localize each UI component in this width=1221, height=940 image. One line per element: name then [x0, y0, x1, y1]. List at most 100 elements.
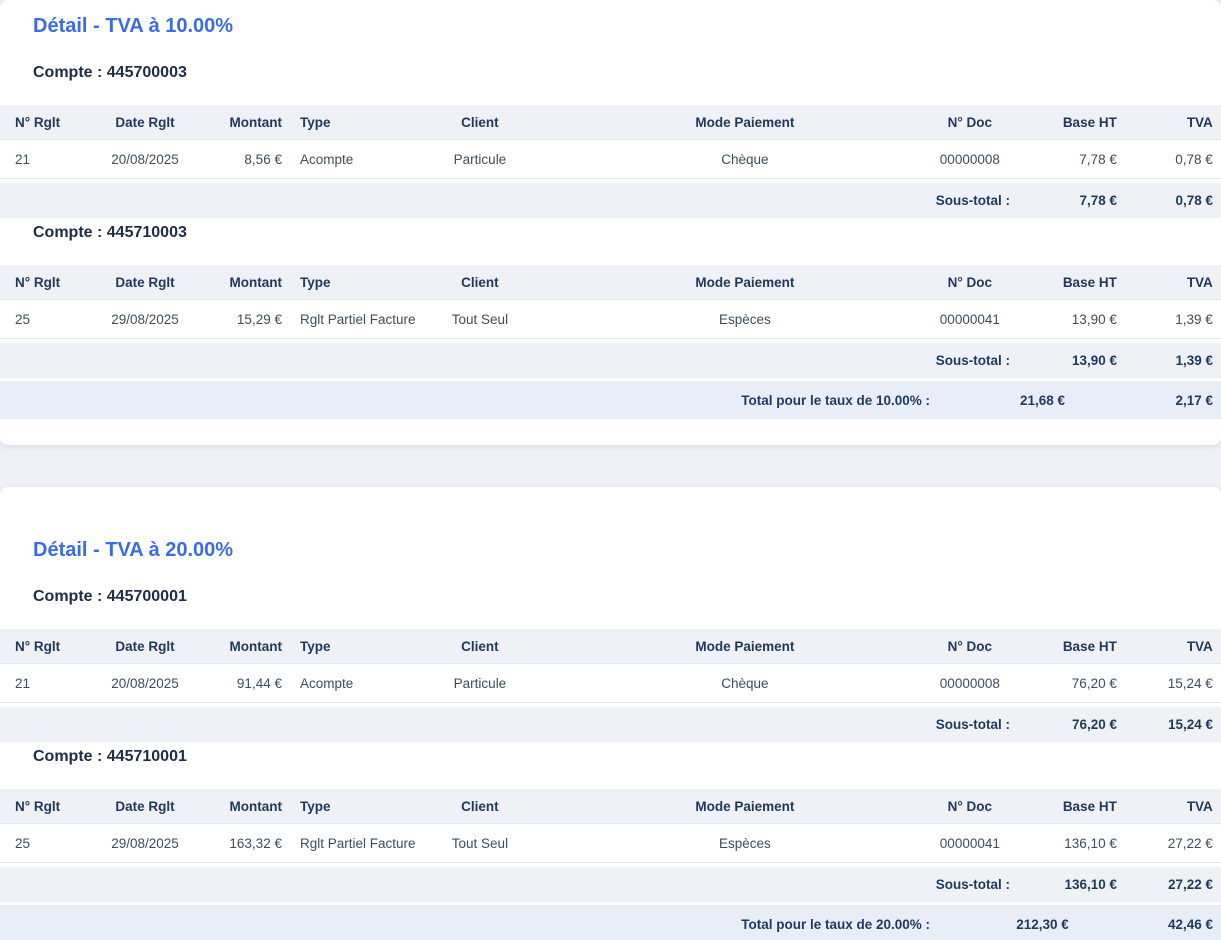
subtotal-tva: 27,22 € [1125, 877, 1221, 892]
col-header-mode-paiement: Mode Paiement [560, 639, 930, 654]
cell-base-ht: 76,20 € [1010, 676, 1125, 691]
account-heading: Compte : 445710001 [33, 748, 1221, 766]
cell-n-doc: 00000008 [930, 152, 1010, 167]
cell-date-rglt: 29/08/2025 [90, 312, 200, 327]
payments-table: N° Rglt Date Rglt Montant Type Client Mo… [0, 265, 1221, 419]
rate-total-row: Total pour le taux de 10.00% : 21,68 € 2… [0, 381, 1221, 419]
col-header-client: Client [400, 115, 560, 130]
cell-type: Acompte [290, 152, 400, 167]
cell-montant: 8,56 € [200, 152, 290, 167]
table-header-row: N° Rglt Date Rglt Montant Type Client Mo… [0, 105, 1221, 139]
cell-montant: 91,44 € [200, 676, 290, 691]
cell-mode-paiement: Chèque [560, 676, 930, 691]
col-header-montant: Montant [200, 275, 290, 290]
cell-base-ht: 136,10 € [1010, 836, 1125, 851]
section-title-tva-10: Détail - TVA à 10.00% [33, 16, 1221, 37]
table-row: 21 20/08/2025 91,44 € Acompte Particule … [0, 663, 1221, 703]
col-header-tva: TVA [1125, 275, 1221, 290]
col-header-date-rglt: Date Rglt [90, 115, 200, 130]
rate-total-base-ht: 21,68 € [930, 393, 1125, 408]
cell-n-doc: 00000041 [930, 312, 1010, 327]
col-header-mode-paiement: Mode Paiement [560, 799, 930, 814]
col-header-client: Client [400, 639, 560, 654]
cell-base-ht: 13,90 € [1010, 312, 1125, 327]
col-header-n-doc: N° Doc [930, 115, 1010, 130]
col-header-montant: Montant [200, 799, 290, 814]
cell-n-doc: 00000041 [930, 836, 1010, 851]
table-header-row: N° Rglt Date Rglt Montant Type Client Mo… [0, 629, 1221, 663]
col-header-type: Type [290, 639, 400, 654]
col-header-type: Type [290, 115, 400, 130]
subtotal-base-ht: 13,90 € [1010, 353, 1125, 368]
cell-tva: 1,39 € [1125, 312, 1221, 327]
col-header-client: Client [400, 799, 560, 814]
cards-gap [0, 445, 1221, 487]
rate-total-tva: 2,17 € [1125, 393, 1221, 408]
col-header-base-ht: Base HT [1010, 799, 1125, 814]
subtotal-base-ht: 136,10 € [1010, 877, 1125, 892]
col-header-n-doc: N° Doc [930, 275, 1010, 290]
table-row: 25 29/08/2025 163,32 € Rglt Partiel Fact… [0, 823, 1221, 863]
rate-total-base-ht: 212,30 € [930, 917, 1125, 932]
cell-n-doc: 00000008 [930, 676, 1010, 691]
subtotal-label: Sous-total : [930, 717, 1010, 732]
col-header-n-rglt: N° Rglt [0, 799, 90, 814]
subtotal-row: Sous-total : 136,10 € 27,22 € [0, 867, 1221, 902]
col-header-montant: Montant [200, 115, 290, 130]
table-header-row: N° Rglt Date Rglt Montant Type Client Mo… [0, 789, 1221, 823]
account-heading: Compte : 445710003 [33, 224, 1221, 242]
payments-table: N° Rglt Date Rglt Montant Type Client Mo… [0, 789, 1221, 940]
rate-total-row: Total pour le taux de 20.00% : 212,30 € … [0, 905, 1221, 940]
col-header-date-rglt: Date Rglt [90, 799, 200, 814]
subtotal-base-ht: 7,78 € [1010, 193, 1125, 208]
rate-total-tva: 42,46 € [1125, 917, 1221, 932]
cell-tva: 27,22 € [1125, 836, 1221, 851]
subtotal-label: Sous-total : [930, 353, 1010, 368]
cell-montant: 163,32 € [200, 836, 290, 851]
cell-n-rglt: 25 [0, 836, 90, 851]
cell-date-rglt: 29/08/2025 [90, 836, 200, 851]
cell-date-rglt: 20/08/2025 [90, 152, 200, 167]
account-heading: Compte : 445700001 [33, 588, 1221, 606]
col-header-n-rglt: N° Rglt [0, 275, 90, 290]
col-header-mode-paiement: Mode Paiement [560, 115, 930, 130]
cell-n-rglt: 25 [0, 312, 90, 327]
col-header-montant: Montant [200, 639, 290, 654]
table-header-row: N° Rglt Date Rglt Montant Type Client Mo… [0, 265, 1221, 299]
subtotal-tva: 1,39 € [1125, 353, 1221, 368]
cell-n-rglt: 21 [0, 676, 90, 691]
col-header-base-ht: Base HT [1010, 639, 1125, 654]
subtotal-base-ht: 76,20 € [1010, 717, 1125, 732]
cell-client: Tout Seul [400, 312, 560, 327]
cell-type: Rglt Partiel Facture [290, 836, 400, 851]
cell-mode-paiement: Espèces [560, 836, 930, 851]
cell-mode-paiement: Espèces [560, 312, 930, 327]
col-header-tva: TVA [1125, 115, 1221, 130]
col-header-base-ht: Base HT [1010, 115, 1125, 130]
col-header-n-doc: N° Doc [930, 639, 1010, 654]
col-header-n-doc: N° Doc [930, 799, 1010, 814]
col-header-n-rglt: N° Rglt [0, 639, 90, 654]
cell-client: Particule [400, 152, 560, 167]
subtotal-tva: 15,24 € [1125, 717, 1221, 732]
tva-section-card-10: Détail - TVA à 10.00% Compte : 445700003… [0, 0, 1221, 445]
col-header-client: Client [400, 275, 560, 290]
cell-tva: 15,24 € [1125, 676, 1221, 691]
payments-table: N° Rglt Date Rglt Montant Type Client Mo… [0, 105, 1221, 218]
table-row: 21 20/08/2025 8,56 € Acompte Particule C… [0, 139, 1221, 179]
section-title-tva-20: Détail - TVA à 20.00% [33, 540, 1221, 561]
cell-n-rglt: 21 [0, 152, 90, 167]
cell-type: Rglt Partiel Facture [290, 312, 400, 327]
tva-section-card-20: Détail - TVA à 20.00% Compte : 445700001… [0, 487, 1221, 940]
col-header-date-rglt: Date Rglt [90, 275, 200, 290]
table-row: 25 29/08/2025 15,29 € Rglt Partiel Factu… [0, 299, 1221, 339]
col-header-type: Type [290, 275, 400, 290]
col-header-n-rglt: N° Rglt [0, 115, 90, 130]
rate-total-label: Total pour le taux de 10.00% : [0, 393, 930, 408]
cell-client: Tout Seul [400, 836, 560, 851]
col-header-date-rglt: Date Rglt [90, 639, 200, 654]
account-heading: Compte : 445700003 [33, 64, 1221, 82]
rate-total-label: Total pour le taux de 20.00% : [0, 917, 930, 932]
subtotal-row: Sous-total : 7,78 € 0,78 € [0, 183, 1221, 218]
cell-tva: 0,78 € [1125, 152, 1221, 167]
